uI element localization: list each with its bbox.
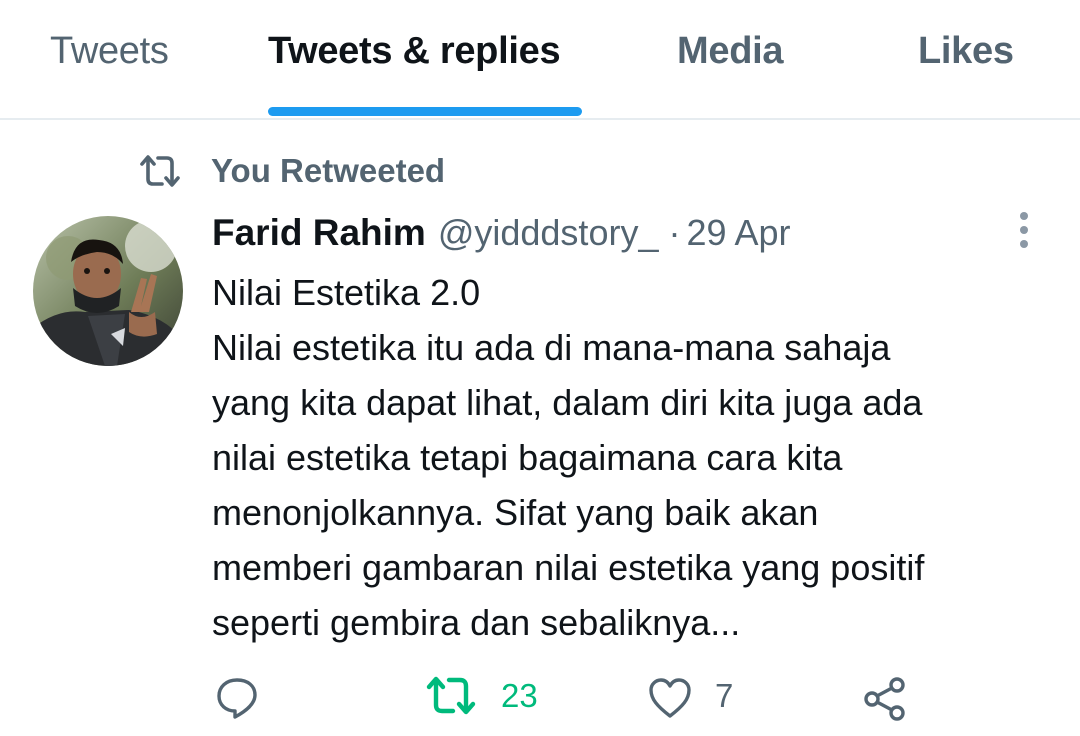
tweet-actions: 23 7 — [0, 668, 1080, 728]
retweet-count: 23 — [501, 677, 538, 714]
more-icon-dot — [1020, 212, 1028, 220]
profile-photo — [33, 216, 183, 366]
tabs-divider — [0, 118, 1080, 120]
tab-tweets-and-replies[interactable]: Tweets & replies — [268, 30, 561, 73]
retweet-icon — [140, 155, 180, 187]
more-options-button[interactable] — [1010, 212, 1040, 252]
share-button[interactable] — [862, 668, 912, 728]
tab-likes[interactable]: Likes — [918, 30, 1014, 73]
share-icon — [864, 677, 905, 721]
retweet-icon — [426, 676, 476, 715]
like-count: 7 — [715, 677, 734, 714]
author-display-name[interactable]: Farid Rahim — [212, 212, 426, 253]
retweet-context-label: You Retweeted — [211, 152, 446, 189]
reply-icon — [217, 678, 257, 719]
header-separator: · — [668, 212, 681, 253]
tweet-text-line: nilai estetika tetapi bagaimana cara kit… — [212, 437, 843, 478]
avatar[interactable] — [33, 216, 183, 366]
tab-media[interactable]: Media — [677, 30, 784, 73]
tweet-text-line: Nilai estetika itu ada di mana-mana saha… — [212, 327, 891, 368]
tweet-text-line: memberi gambaran nilai estetika yang pos… — [212, 547, 925, 588]
more-icon-dot — [1020, 226, 1028, 234]
tweet-text-line: seperti gembira dan sebaliknya... — [212, 602, 741, 643]
tweet-text-line: yang kita dapat lihat, dalam diri kita j… — [212, 382, 923, 423]
tab-tweets[interactable]: Tweets — [50, 30, 169, 73]
heart-icon — [649, 678, 691, 718]
more-icon-dot — [1020, 240, 1028, 248]
tweet-date[interactable]: 29 Apr — [686, 212, 790, 253]
tweet-text-line: Nilai Estetika 2.0 — [212, 272, 481, 313]
author-handle[interactable]: @yidddstory_ — [438, 212, 659, 253]
profile-timeline: Tweets Tweets & replies Media Likes You … — [0, 0, 1080, 736]
profile-tabs: Tweets Tweets & replies Media Likes — [0, 0, 1080, 118]
tweet-text: Nilai Estetika 2.0 Nilai estetika itu ad… — [212, 265, 1052, 650]
tweet-header: Farid Rahim @yidddstory_ · 29 Apr — [212, 212, 791, 258]
tweet-text-line: menonjolkannya. Sifat yang baik akan — [212, 492, 819, 533]
reply-button[interactable] — [214, 668, 264, 728]
active-tab-indicator — [268, 107, 582, 116]
like-button[interactable]: 7 — [647, 668, 747, 728]
retweet-button[interactable]: 23 — [425, 668, 555, 728]
